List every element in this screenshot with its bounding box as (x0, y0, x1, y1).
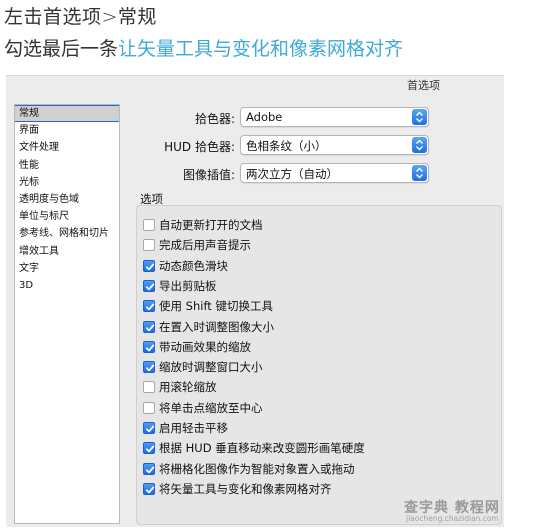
sidebar-item-3d[interactable]: 3D (15, 277, 119, 294)
image-interpolation-value: 两次立方（自动） (246, 167, 338, 181)
heading-plain-text: 勾选最后一条 (4, 38, 119, 60)
option-label: 启用轻击平移 (159, 421, 228, 435)
checkbox[interactable] (143, 482, 155, 495)
checkmark-icon (145, 445, 155, 453)
checkbox[interactable] (143, 320, 155, 333)
preferences-sidebar: 常规 界面 文件处理 性能 光标 透明度与色域 单位与标尺 参考线、网格和切片 … (14, 104, 120, 524)
option-enable-flick-panning[interactable]: 启用轻击平移 (143, 419, 483, 437)
checkbox[interactable] (143, 279, 155, 292)
checkbox[interactable] (143, 462, 155, 475)
hud-color-picker-select[interactable]: 色相条纹（小） (240, 135, 429, 155)
option-label: 根据 HUD 垂直移动来改变圆形画笔硬度 (159, 441, 365, 456)
option-place-raster-as-smart-objects[interactable]: 将栅格化图像作为智能对象置入或拖动 (143, 460, 483, 478)
option-label: 缩放时调整窗口大小 (159, 360, 263, 375)
checkmark-icon (145, 263, 155, 270)
color-picker-value: Adobe (246, 110, 283, 124)
option-auto-update-open-docs[interactable]: 自动更新打开的文档 (143, 216, 483, 234)
sidebar-item-units-rulers[interactable]: 单位与标尺 (15, 208, 119, 225)
checkbox[interactable] (143, 442, 155, 455)
sidebar-item-guides-grid-slices[interactable]: 参考线、网格和切片 (15, 225, 119, 242)
option-label: 带动画效果的缩放 (159, 339, 251, 354)
option-label: 在置入时调整图像大小 (159, 319, 274, 334)
option-animated-zoom[interactable]: 带动画效果的缩放 (143, 338, 483, 356)
option-hud-vertical-brush-hardness[interactable]: 根据 HUD 垂直移动来改变圆形画笔硬度 (143, 439, 483, 457)
checkbox[interactable] (143, 259, 155, 272)
watermark-url: jiaocheng.chazidian.com (406, 514, 499, 523)
checkbox[interactable] (143, 340, 155, 353)
option-label: 完成后用声音提示 (159, 238, 251, 253)
sidebar-item-general[interactable]: 常规 (15, 105, 119, 123)
chevron-updown-icon (412, 137, 427, 153)
option-label: 动态颜色滑块 (159, 258, 228, 273)
checkmark-icon (145, 283, 155, 291)
sidebar-item-performance[interactable]: 性能 (15, 157, 119, 174)
option-label: 将栅格化图像作为智能对象置入或拖动 (159, 461, 355, 476)
chevron-updown-icon (412, 109, 427, 125)
option-shift-key-tool-switch[interactable]: 使用 Shift 键切换工具 (143, 297, 483, 315)
sidebar-item-file-handling[interactable]: 文件处理 (15, 139, 119, 156)
option-beep-when-done[interactable]: 完成后用声音提示 (143, 236, 483, 254)
preferences-window: 首选项 常规 界面 文件处理 性能 光标 透明度与色域 单位与标尺 参考线、网格… (6, 75, 504, 527)
option-export-clipboard[interactable]: 导出剪贴板 (143, 277, 483, 295)
sidebar-item-cursors[interactable]: 光标 (15, 174, 119, 191)
sidebar-item-type[interactable]: 文字 (15, 260, 119, 277)
heading-instruction-1: 左击首选项>常规 (4, 6, 157, 28)
site-watermark: 查字典 教程网 jiaocheng.chazidian.com (404, 497, 530, 525)
option-label: 将单击点缩放至中心 (159, 400, 263, 415)
option-zoom-with-scroll-wheel[interactable]: 用滚轮缩放 (143, 378, 483, 396)
heading-accent-text: 让矢量工具与变化和像素网格对齐 (118, 38, 404, 60)
checkmark-icon (145, 364, 155, 372)
checkmark-icon (145, 344, 155, 352)
chevron-updown-icon (412, 165, 427, 181)
color-picker-label: 拾色器: (194, 112, 235, 126)
sidebar-item-transparency-gamut[interactable]: 透明度与色域 (15, 191, 119, 208)
image-interpolation-select[interactable]: 两次立方（自动） (240, 163, 429, 183)
hud-color-picker-row: HUD 拾色器: 色相条纹（小） (126, 135, 432, 157)
checkbox[interactable] (143, 239, 155, 252)
image-interpolation-row: 图像插值: 两次立方（自动） (126, 163, 432, 185)
hud-color-picker-value: 色相条纹（小） (246, 139, 327, 153)
checkbox[interactable] (143, 381, 155, 394)
heading-instruction-2: 勾选最后一条让矢量工具与变化和像素网格对齐 (4, 34, 403, 61)
color-picker-select[interactable]: Adobe (240, 107, 429, 127)
option-label: 用滚轮缩放 (159, 380, 217, 395)
option-label: 自动更新打开的文档 (159, 218, 263, 232)
option-zoom-resizes-windows[interactable]: 缩放时调整窗口大小 (143, 358, 483, 376)
checkmark-icon (145, 324, 155, 331)
option-label: 使用 Shift 键切换工具 (159, 299, 273, 314)
checkmark-icon (145, 425, 155, 433)
window-title: 首选项 (407, 79, 440, 92)
color-picker-row: 拾色器: Adobe (126, 107, 432, 129)
checkbox[interactable] (143, 401, 155, 414)
checkmark-icon (145, 486, 155, 494)
option-label: 将矢量工具与变化和像素网格对齐 (159, 481, 332, 496)
option-label: 导出剪贴板 (159, 278, 217, 293)
checkbox[interactable] (143, 219, 155, 231)
sidebar-item-plugins[interactable]: 增效工具 (15, 243, 119, 260)
sidebar-item-interface[interactable]: 界面 (15, 122, 119, 139)
image-interpolation-label: 图像插值: (182, 168, 235, 182)
hud-color-picker-label: HUD 拾色器: (164, 140, 235, 154)
checkmark-icon (145, 303, 155, 311)
option-snap-vector-tools-pixel-grid[interactable]: 将矢量工具与变化和像素网格对齐 (143, 480, 483, 498)
option-resize-image-during-place[interactable]: 在置入时调整图像大小 (143, 318, 483, 336)
option-zoom-clicked-point-to-center[interactable]: 将单击点缩放至中心 (143, 399, 483, 417)
checkbox[interactable] (143, 422, 155, 434)
checkbox[interactable] (143, 300, 155, 313)
checkbox[interactable] (143, 361, 155, 374)
checkmark-icon (145, 466, 155, 473)
option-dynamic-color-sliders[interactable]: 动态颜色滑块 (143, 257, 483, 275)
